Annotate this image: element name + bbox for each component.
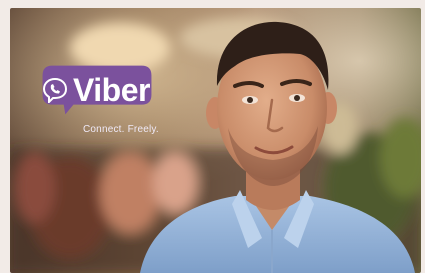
phone-in-speech-bubble-icon bbox=[42, 77, 68, 103]
photo-scene bbox=[10, 8, 421, 273]
viber-wordmark: Viber bbox=[73, 72, 150, 108]
viber-logo: Viber Connect. Freely. bbox=[28, 64, 166, 135]
photo bbox=[10, 8, 421, 273]
image-frame: Viber Connect. Freely. bbox=[0, 0, 425, 273]
viber-tagline: Connect. Freely. bbox=[83, 124, 159, 135]
